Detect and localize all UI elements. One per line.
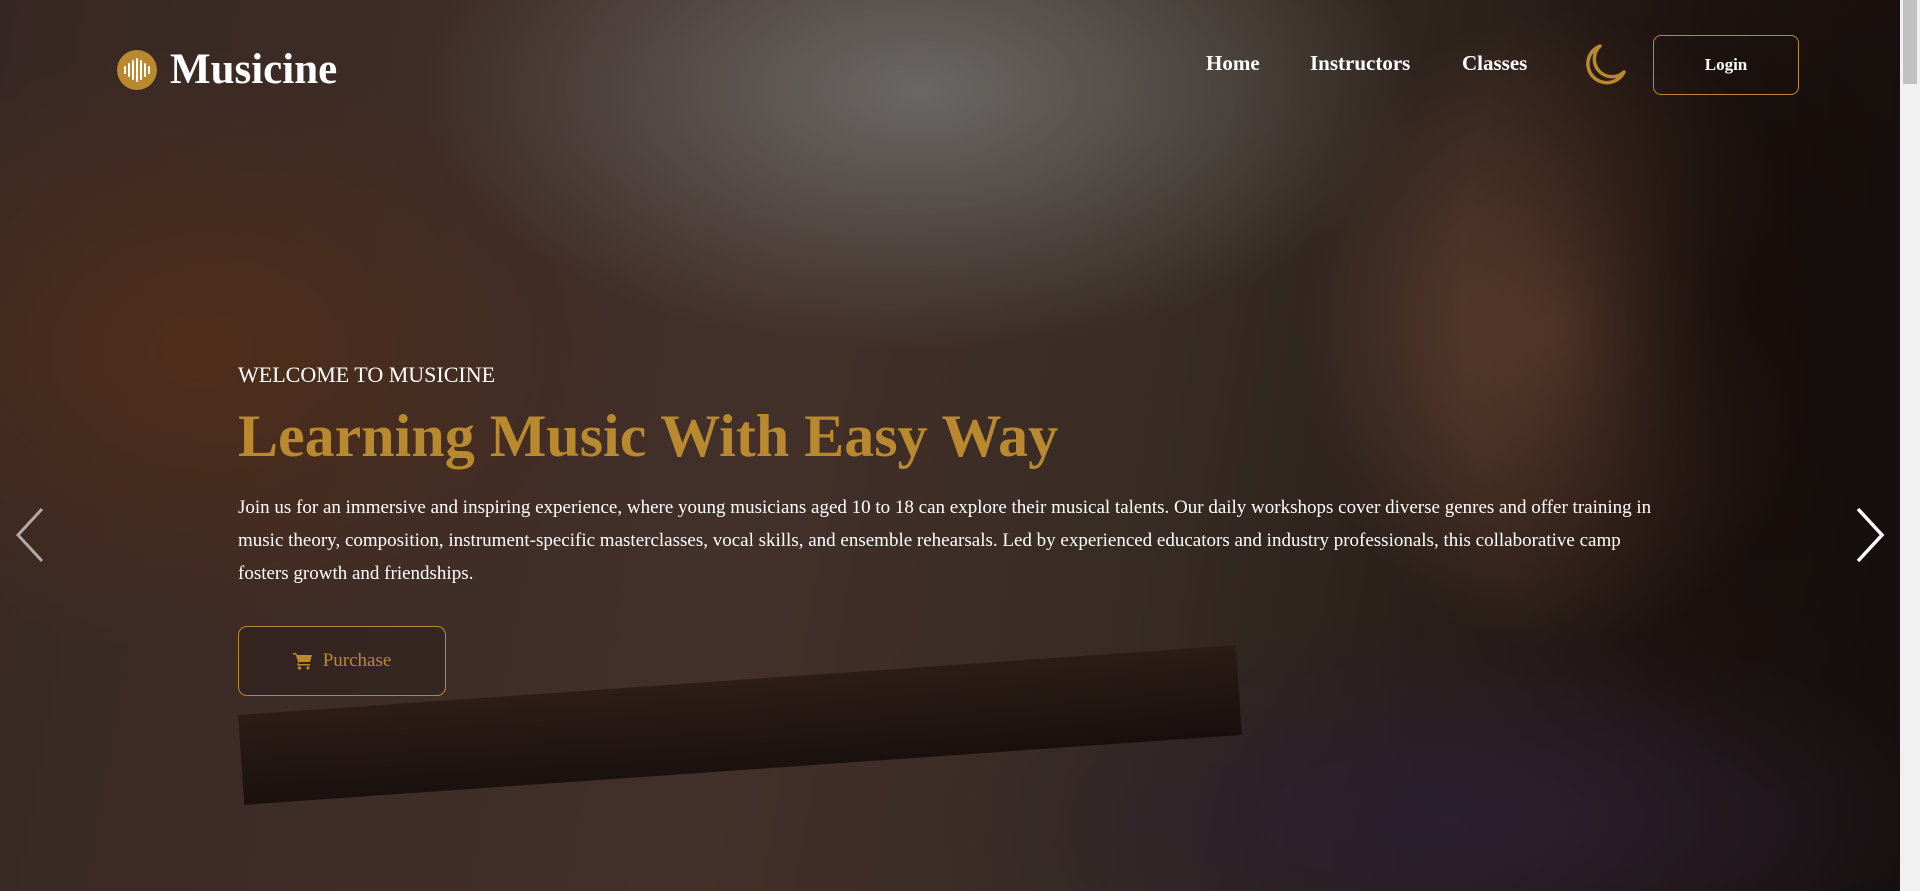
sound-wave-icon: [117, 49, 157, 90]
cart-icon: [292, 653, 312, 670]
hero-description: Join us for an immersive and inspiring e…: [238, 497, 1652, 584]
scrollbar-thumb[interactable]: [1903, 0, 1917, 84]
chevron-right-icon[interactable]: [1852, 505, 1888, 565]
hero-title: Learning Music With Easy Way: [238, 403, 1059, 469]
nav-classes[interactable]: Classes: [1462, 51, 1527, 76]
nav-instructors[interactable]: Instructors: [1310, 51, 1410, 76]
purchase-button[interactable]: Purchase: [238, 626, 446, 696]
nav-home[interactable]: Home: [1206, 51, 1260, 76]
login-button[interactable]: Login: [1653, 35, 1799, 95]
moon-icon[interactable]: [1582, 42, 1628, 88]
hero-section: WELCOME TO MUSICINE Learning Music With …: [238, 362, 1658, 696]
chevron-left-icon[interactable]: [12, 505, 48, 565]
purchase-label: Purchase: [322, 650, 392, 671]
hero-eyebrow: WELCOME TO MUSICINE: [238, 362, 496, 387]
brand-logo[interactable]: Musicine: [117, 45, 337, 94]
brand-name: Musicine: [170, 46, 338, 93]
scrollbar[interactable]: [1900, 0, 1920, 891]
